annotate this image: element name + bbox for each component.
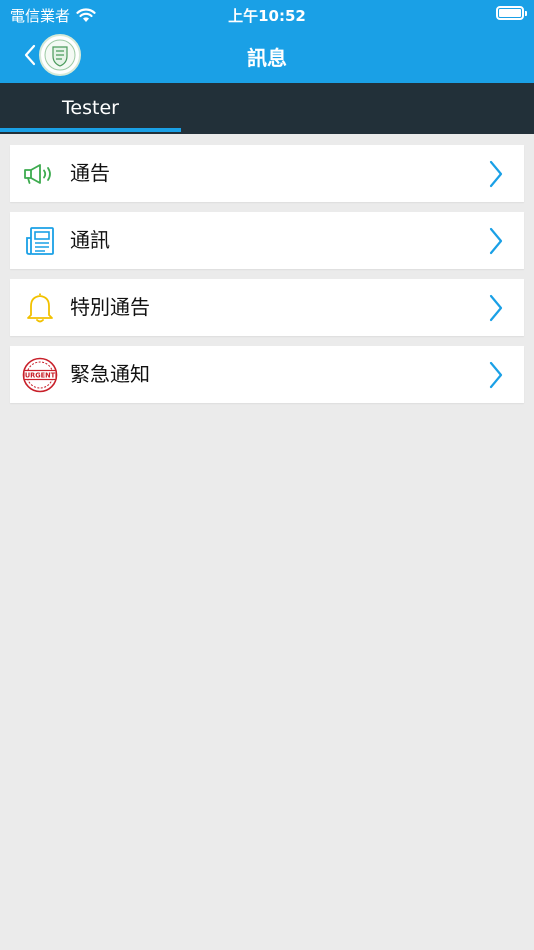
urgent-stamp-icon: URGENT <box>22 357 58 392</box>
status-time: 上午10:52 <box>228 7 306 25</box>
newsletter-icon <box>22 224 58 257</box>
megaphone-icon <box>22 157 58 190</box>
list-item-newsletter[interactable]: 通訊 <box>10 212 524 269</box>
chevron-right-icon <box>489 361 503 389</box>
list-item-urgent-notices[interactable]: URGENT 緊急通知 <box>10 346 524 403</box>
app-root: 電信業者 上午10:52 訊息 Tester 通告 通訊 特別通告 URGENT… <box>0 0 534 950</box>
tab-tester[interactable]: Tester <box>0 83 181 134</box>
chevron-right-icon <box>489 294 503 322</box>
bell-icon <box>22 291 58 324</box>
active-tab-indicator <box>0 128 181 132</box>
list-item-special-notices[interactable]: 特別通告 <box>10 279 524 336</box>
urgent-stamp-text: URGENT <box>25 371 56 379</box>
battery-icon <box>496 6 527 20</box>
chevron-right-icon <box>489 160 503 188</box>
navigation-bar: 訊息 <box>0 28 534 83</box>
list-item-label: 緊急通知 <box>70 362 150 386</box>
chevron-right-icon <box>489 227 503 255</box>
list-item-label: 特別通告 <box>70 295 150 319</box>
tab-label: Tester <box>62 97 119 119</box>
page-title: 訊息 <box>247 46 287 70</box>
tab-bar: Tester <box>0 83 534 134</box>
list-item-notices[interactable]: 通告 <box>10 145 524 202</box>
message-category-list: 通告 通訊 特別通告 URGENT 緊急通知 <box>10 145 524 413</box>
top-bar: 電信業者 上午10:52 訊息 <box>0 0 534 83</box>
status-bar: 電信業者 上午10:52 <box>0 0 534 28</box>
list-item-label: 通訊 <box>70 228 110 252</box>
list-item-label: 通告 <box>70 161 110 185</box>
